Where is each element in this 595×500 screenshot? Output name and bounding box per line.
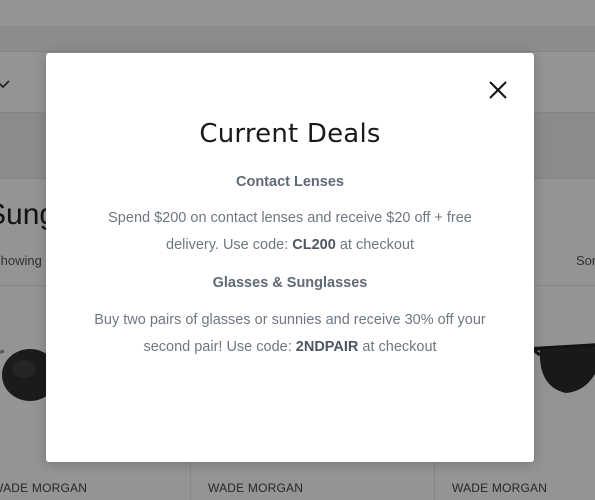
promo-code: CL200: [292, 237, 336, 253]
promo-code: 2NDPAIR: [295, 339, 359, 355]
section-body-glasses: Buy two pairs of glasses or sunnies and …: [94, 312, 486, 355]
close-button[interactable]: [487, 79, 509, 101]
modal-title: Current Deals: [199, 119, 381, 149]
close-icon: [489, 81, 507, 99]
section-heading-contact-lenses: Contact Lenses: [236, 174, 344, 190]
section-body-contact-lenses: Spend $200 on contact lenses and receive…: [108, 210, 472, 253]
deals-modal: Current Deals Contact Lenses Spend $200 …: [46, 53, 534, 462]
section-heading-glasses: Glasses & Sunglasses: [212, 275, 368, 291]
